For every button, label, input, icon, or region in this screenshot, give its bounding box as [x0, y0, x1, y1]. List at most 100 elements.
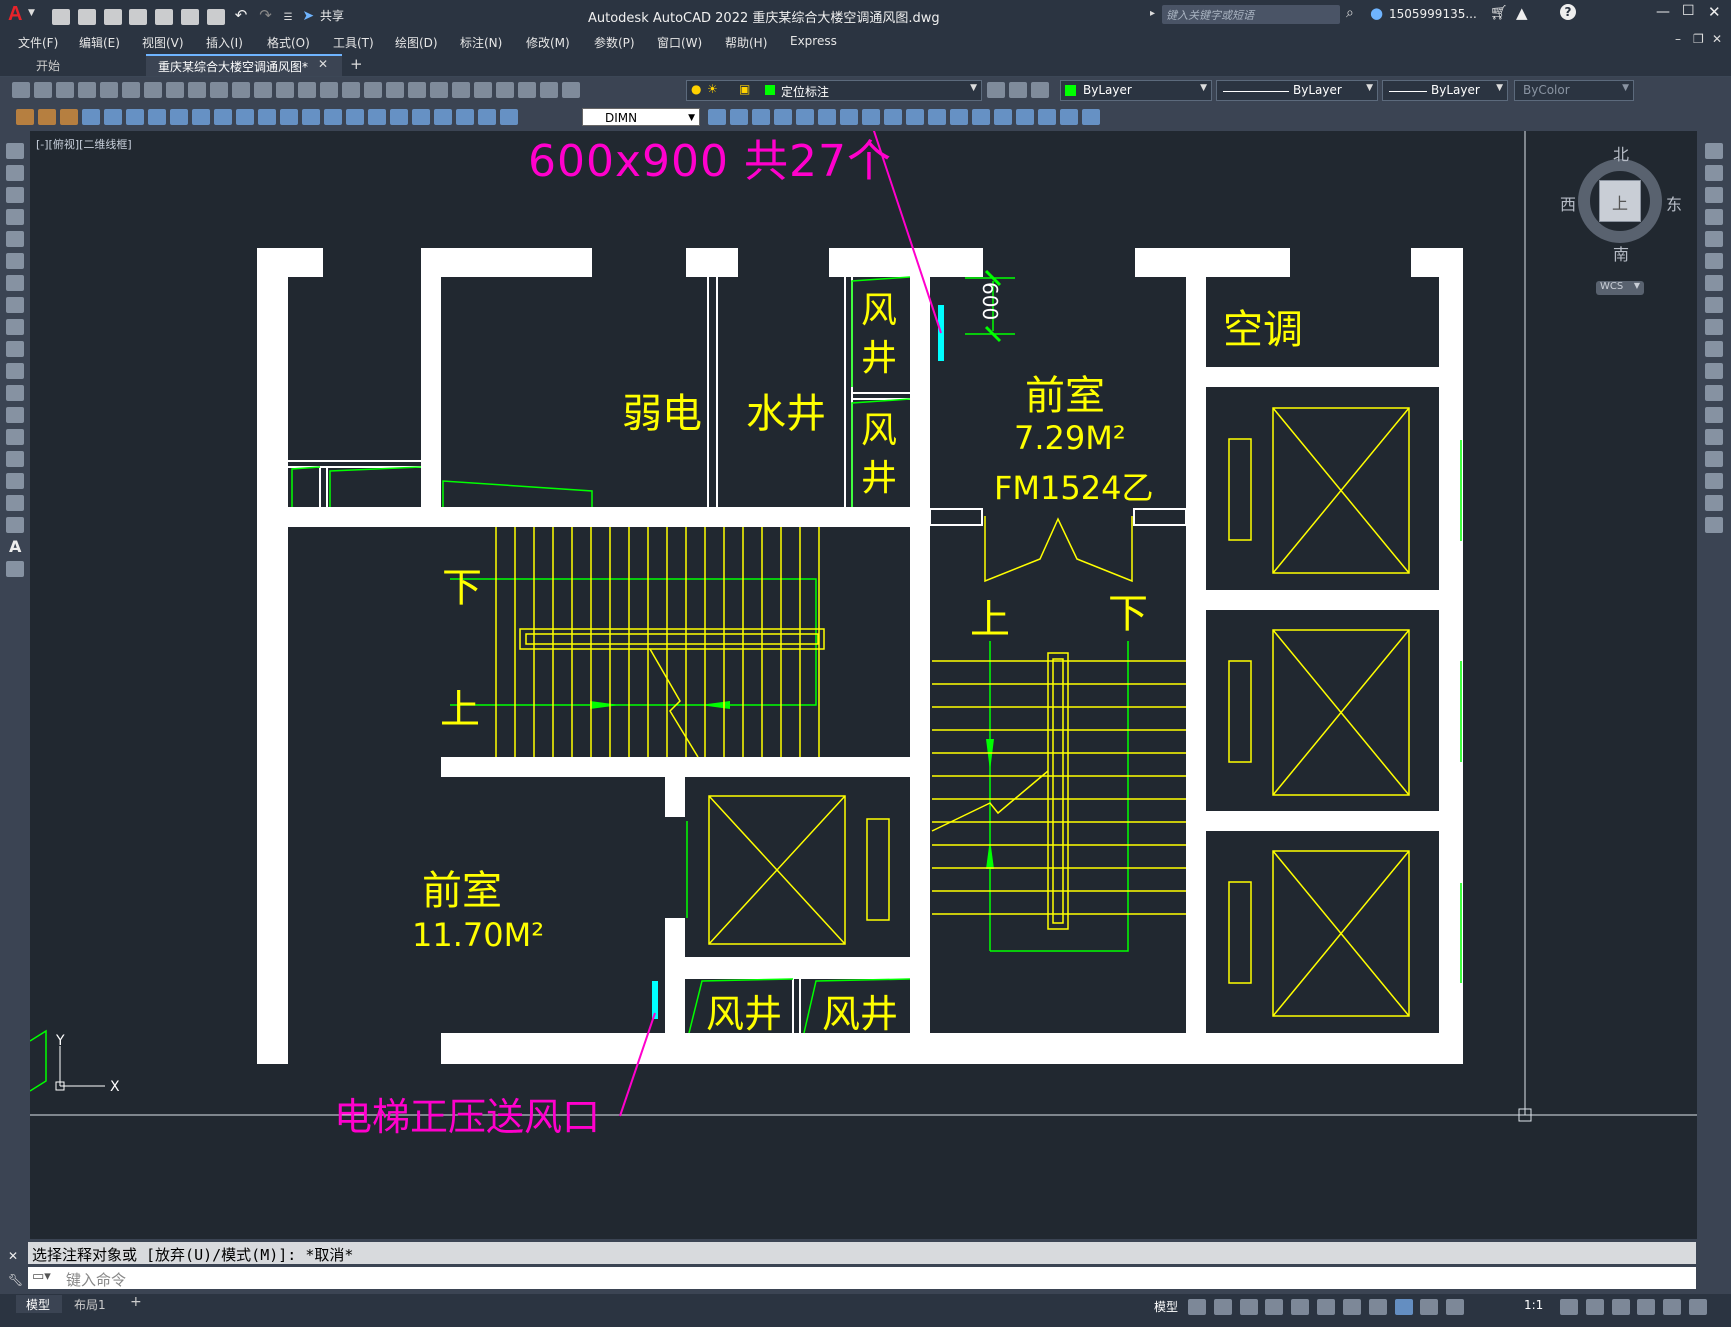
- plotstyle-control[interactable]: ByColor ▼: [1514, 80, 1634, 101]
- customize-icon[interactable]: [1689, 1299, 1708, 1315]
- doc-restore-icon[interactable]: ❐: [1693, 32, 1704, 46]
- qnew-icon[interactable]: [12, 82, 30, 98]
- stair-2-up[interactable]: 上: [970, 587, 1010, 645]
- block-editor-icon[interactable]: [254, 82, 272, 98]
- jogged-icon[interactable]: [192, 109, 210, 125]
- arc-length-icon[interactable]: [126, 109, 144, 125]
- clean-screen-icon[interactable]: [1663, 1299, 1682, 1315]
- sheet-set-icon[interactable]: [474, 82, 492, 98]
- linetype-control[interactable]: ByLayer ▼: [1216, 80, 1378, 101]
- publish-icon[interactable]: [122, 82, 140, 98]
- extend-icon[interactable]: [1705, 363, 1723, 379]
- spline-icon[interactable]: [6, 319, 24, 335]
- lineweight-icon[interactable]: [1368, 1299, 1387, 1315]
- tab-start[interactable]: 开始: [14, 54, 142, 76]
- scale-icon[interactable]: [884, 109, 902, 125]
- array-icon[interactable]: [818, 109, 836, 125]
- plot-icon[interactable]: [78, 82, 96, 98]
- draworder-icon[interactable]: [1082, 109, 1100, 125]
- explode-icon[interactable]: [1705, 517, 1723, 533]
- plus-icon[interactable]: [1585, 1299, 1604, 1315]
- explode-icon[interactable]: [1060, 109, 1078, 125]
- mirror-icon[interactable]: [1705, 187, 1723, 203]
- preview-icon[interactable]: [100, 82, 118, 98]
- expand-search-chevron-icon[interactable]: ▸: [1150, 8, 1155, 19]
- close-icon[interactable]: ✕: [1708, 3, 1721, 21]
- annotation-visibility-icon[interactable]: [1394, 1299, 1413, 1315]
- share-button[interactable]: 共享: [320, 9, 344, 23]
- properties-icon[interactable]: [408, 82, 426, 98]
- save-to-web-icon[interactable]: [181, 8, 200, 25]
- undo-icon[interactable]: ↶: [235, 6, 248, 24]
- polar-icon[interactable]: [1265, 1299, 1284, 1315]
- layer-properties-icon[interactable]: [562, 82, 580, 98]
- markup-icon[interactable]: [496, 82, 514, 98]
- search-input[interactable]: 键入关键字或短语: [1162, 5, 1340, 24]
- mtext-icon[interactable]: A: [9, 537, 21, 556]
- annotation-scale-value[interactable]: 1:1: [1524, 1298, 1543, 1312]
- move-icon[interactable]: [840, 109, 858, 125]
- search-icon[interactable]: ⌕: [1346, 5, 1354, 21]
- app-menu-chevron-icon[interactable]: ▼: [28, 8, 35, 18]
- offset-icon[interactable]: [796, 109, 814, 125]
- plot-icon[interactable]: [206, 8, 225, 25]
- copy-icon[interactable]: [1705, 165, 1723, 181]
- compass-north[interactable]: 北: [1613, 141, 1629, 165]
- drawing-canvas[interactable]: [-][俯视][二维线框] 600x900 共27个 电梯正压送风口 600 弱…: [30, 131, 1697, 1239]
- ortho-icon[interactable]: [1239, 1299, 1258, 1315]
- table-style-icon[interactable]: [16, 109, 34, 125]
- maximize-icon[interactable]: ☐: [1682, 3, 1695, 19]
- aligned-dim-icon[interactable]: [104, 109, 122, 125]
- autodesk-app-icon[interactable]: ▲: [1516, 4, 1528, 22]
- anteroom-1-door[interactable]: FM1524乙: [994, 463, 1153, 509]
- chevron-down-icon[interactable]: ▼: [1366, 83, 1373, 93]
- new-tab-icon[interactable]: +: [350, 55, 363, 73]
- grid-icon[interactable]: [1188, 1299, 1206, 1315]
- help-icon[interactable]: ?: [1560, 4, 1576, 20]
- 3d-print-icon[interactable]: [144, 82, 162, 98]
- cart-icon[interactable]: 🛒︎: [1490, 5, 1508, 21]
- linear-dim-icon[interactable]: [82, 109, 100, 125]
- anteroom-1-name[interactable]: 前室: [1025, 363, 1105, 421]
- circle-icon[interactable]: [6, 275, 24, 291]
- annotation-scale-icon[interactable]: [1446, 1299, 1465, 1315]
- doc-minimize-icon[interactable]: –: [1675, 32, 1681, 46]
- menu-parametric[interactable]: 参数(P): [594, 34, 635, 51]
- design-center-icon[interactable]: [430, 82, 448, 98]
- room-label-weak[interactable]: 弱电: [622, 381, 702, 439]
- stair-1-up[interactable]: 上: [440, 677, 480, 735]
- baseline-icon[interactable]: [280, 109, 298, 125]
- zoom-window-icon[interactable]: [364, 82, 382, 98]
- dim-break-icon[interactable]: [346, 109, 364, 125]
- cut-icon[interactable]: [166, 82, 184, 98]
- hatch-icon[interactable]: [6, 451, 24, 467]
- array-icon[interactable]: [1705, 231, 1723, 247]
- save-as-icon[interactable]: [129, 8, 148, 25]
- polygon-icon[interactable]: [6, 209, 24, 225]
- copy-object-icon[interactable]: [752, 109, 770, 125]
- compass-south[interactable]: 南: [1613, 241, 1629, 265]
- tool-palettes-icon[interactable]: [452, 82, 470, 98]
- model-space-toggle[interactable]: 模型: [1154, 1298, 1178, 1315]
- anteroom-2-area[interactable]: 11.70M²: [412, 916, 544, 954]
- construction-line-icon[interactable]: [6, 165, 24, 181]
- add-layout-button[interactable]: +: [130, 1294, 142, 1310]
- chevron-down-icon[interactable]: ▼: [970, 83, 977, 93]
- isometric-icon[interactable]: [1317, 1299, 1336, 1315]
- redo-icon[interactable]: [298, 82, 316, 98]
- break-icon[interactable]: [1705, 407, 1723, 423]
- menu-dimension[interactable]: 标注(N): [460, 34, 502, 51]
- zoom-realtime-icon[interactable]: [342, 82, 360, 98]
- stair-2-down[interactable]: 下: [1108, 581, 1148, 639]
- minimize-icon[interactable]: —: [1656, 4, 1670, 20]
- continue-icon[interactable]: [302, 109, 320, 125]
- open-icon[interactable]: [34, 82, 52, 98]
- object-snap-icon[interactable]: [1342, 1299, 1361, 1315]
- join-icon[interactable]: [994, 109, 1012, 125]
- insert-block-icon[interactable]: [6, 385, 24, 401]
- viewcube-face-top[interactable]: 上: [1599, 180, 1641, 222]
- table-icon[interactable]: [6, 517, 24, 533]
- tab-close-icon[interactable]: ✕: [318, 57, 328, 71]
- doc-close-icon[interactable]: ✕: [1712, 32, 1722, 46]
- fillet-icon[interactable]: [1705, 473, 1723, 489]
